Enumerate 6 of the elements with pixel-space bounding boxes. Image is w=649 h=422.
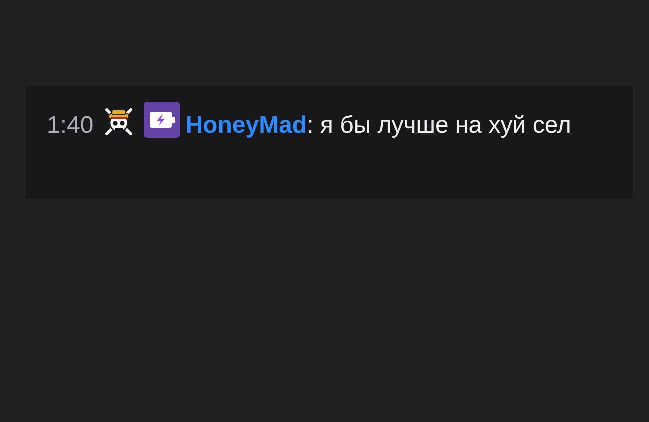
message-text: я бы лучше на хуй сел: [320, 112, 572, 139]
skull-badge-icon: [104, 107, 134, 137]
username-link[interactable]: HoneyMad: [186, 112, 308, 139]
battery-badge-icon: [144, 102, 180, 138]
separator: :: [307, 112, 314, 139]
timestamp: 1:40: [47, 112, 94, 139]
